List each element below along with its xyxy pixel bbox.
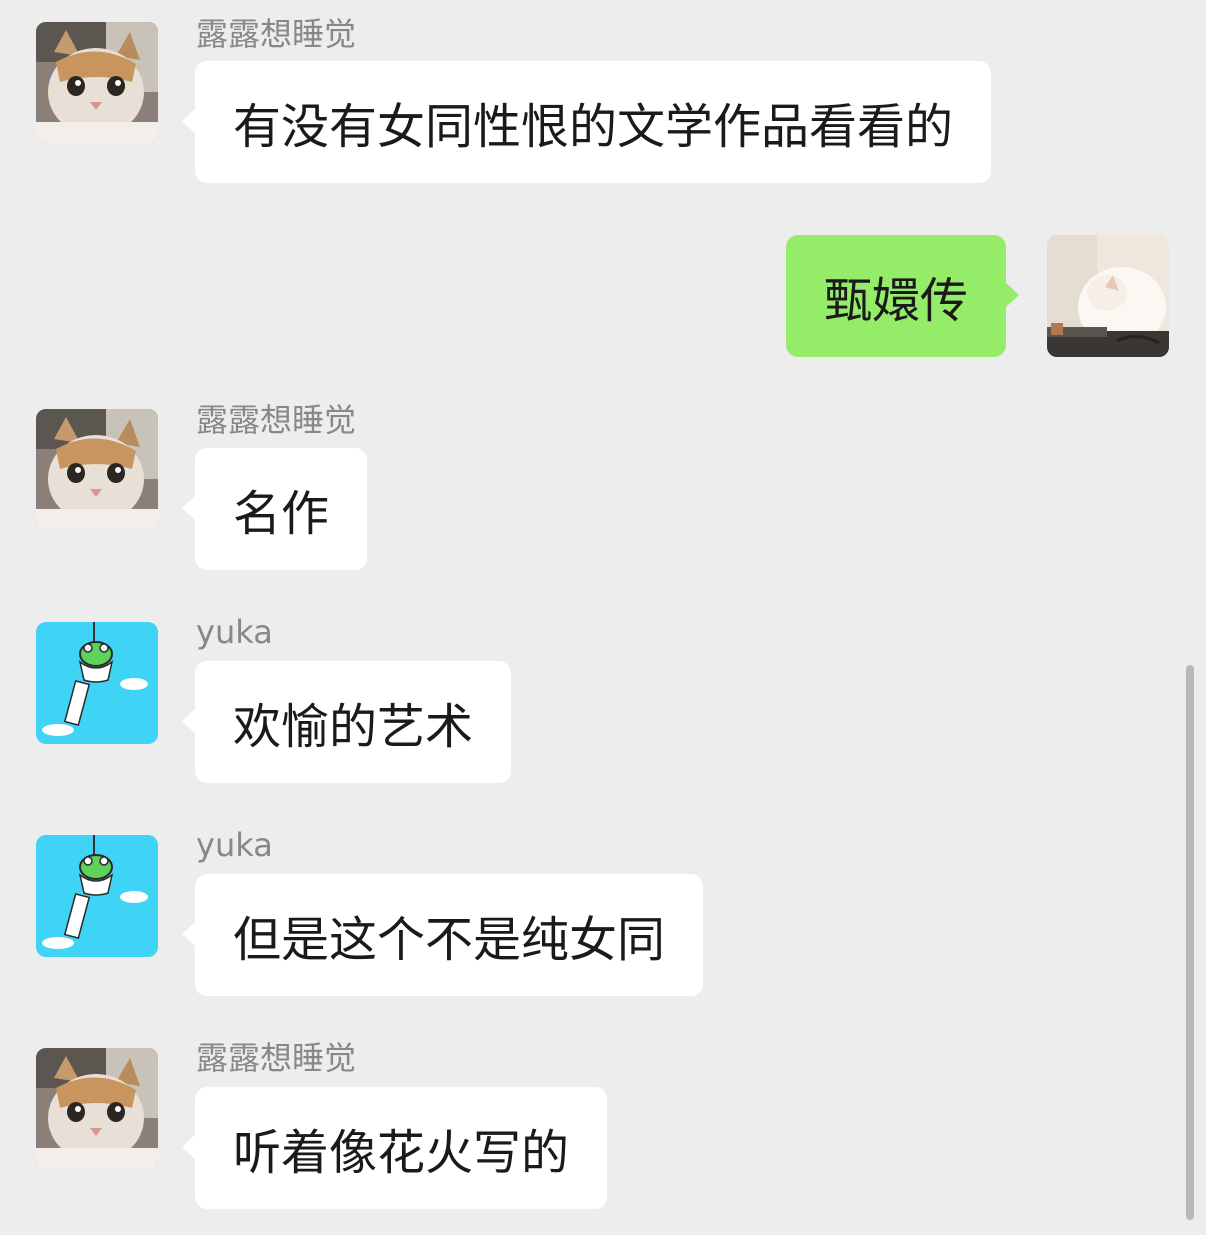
scrollbar[interactable] (1186, 665, 1194, 1220)
message-text: 有没有女同性恨的文学作品看看的 (233, 99, 954, 155)
sender-name: yuka (196, 613, 273, 651)
sender-avatar[interactable] (36, 835, 158, 957)
message-text: 甄嬛传 (824, 273, 969, 329)
sender-avatar[interactable] (36, 409, 158, 531)
message-bubble[interactable]: 但是这个不是纯女同 (181, 874, 704, 996)
message-text: 欢愉的艺术 (233, 699, 474, 755)
cat-avatar-icon (36, 22, 158, 144)
message-text: 但是这个不是纯女同 (233, 912, 666, 968)
white-cat-avatar-icon (1047, 235, 1169, 357)
message-bubble[interactable]: 名作 (181, 448, 368, 570)
sender-name: 露露想睡觉 (196, 401, 357, 439)
sender-avatar[interactable] (36, 22, 158, 144)
sender-name: yuka (196, 826, 273, 864)
message-bubble-outgoing[interactable]: 甄嬛传 (786, 235, 1020, 357)
my-avatar[interactable] (1047, 235, 1169, 357)
sender-avatar[interactable] (36, 622, 158, 744)
message-bubble[interactable]: 听着像花火写的 (181, 1087, 608, 1209)
cat-avatar-icon (36, 1048, 158, 1170)
sender-name: 露露想睡觉 (196, 1039, 357, 1077)
message-text: 听着像花火写的 (233, 1125, 570, 1181)
message-text: 名作 (233, 486, 330, 542)
sender-avatar[interactable] (36, 1048, 158, 1170)
cat-avatar-icon (36, 409, 158, 531)
message-bubble[interactable]: 有没有女同性恨的文学作品看看的 (181, 61, 992, 183)
message-bubble[interactable]: 欢愉的艺术 (181, 661, 512, 783)
frog-windchime-avatar-icon (36, 622, 158, 744)
sender-name: 露露想睡觉 (196, 15, 357, 53)
frog-windchime-avatar-icon (36, 835, 158, 957)
